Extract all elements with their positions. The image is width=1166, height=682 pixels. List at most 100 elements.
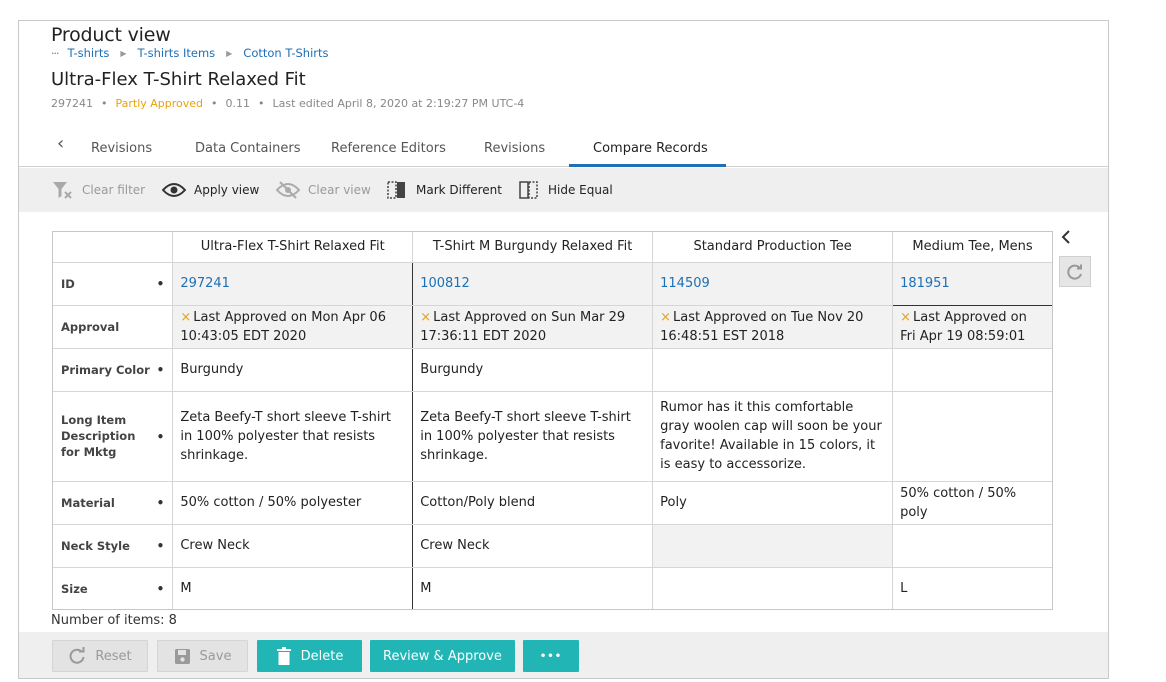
record-id-link[interactable]: 100812 (420, 276, 470, 291)
meta-separator: • (101, 97, 108, 110)
approval-text: Last Approved on Mon Apr 06 10:43:05 EDT… (180, 309, 386, 344)
footer-action-bar: Reset Save Delete Review & Approve ••• (19, 632, 1108, 678)
item-version: 0.11 (225, 97, 251, 110)
table-cell[interactable]: Rumor has it this comfortable gray woole… (652, 391, 893, 482)
table-cell[interactable] (652, 567, 893, 609)
product-view-panel: Product view ··· T-shirts ▶ T-shirts Ite… (18, 20, 1109, 679)
compare-grid: Ultra-Flex T-Shirt Relaxed Fit T-Shirt M… (52, 231, 1053, 610)
breadcrumb-separator-icon: ▶ (226, 48, 233, 58)
record-id-link[interactable]: 114509 (660, 276, 710, 291)
table-cell[interactable] (892, 391, 1052, 482)
breadcrumb-item-tshirts-items[interactable]: T-shirts Items (137, 46, 215, 60)
compare-toolbar: Clear filter Apply view Clear view Mark … (19, 168, 1108, 212)
refresh-icon (1067, 264, 1082, 280)
row-bullet: • (156, 276, 165, 291)
table-cell[interactable]: Burgundy (412, 348, 653, 392)
active-tab-indicator (569, 164, 726, 167)
table-cell[interactable]: M (412, 567, 653, 609)
tab-reference-editors[interactable]: Reference Editors (331, 141, 446, 156)
breadcrumb-item-tshirts[interactable]: T-shirts (68, 46, 110, 60)
save-button[interactable]: Save (157, 640, 248, 672)
row-label: ID • (53, 262, 173, 306)
reset-button[interactable]: Reset (52, 640, 148, 672)
last-edited: Last edited April 8, 2020 at 2:19:27 PM … (272, 97, 525, 110)
id-cell: 100812 (412, 262, 653, 306)
delete-label: Delete (300, 648, 344, 664)
table-cell[interactable]: Crew Neck (412, 524, 653, 568)
approval-cell: × Last Approved on Sun Mar 29 17:36:11 ED… (412, 304, 653, 349)
tab-revisions[interactable]: Revisions (91, 141, 152, 156)
table-cell[interactable]: Poly (652, 481, 893, 525)
table-row: Size • M M L (53, 567, 1052, 609)
hide-equal-label: Hide Equal (548, 183, 613, 197)
column-header[interactable]: Standard Production Tee (652, 232, 893, 263)
table-cell[interactable]: 50% cotton / 50% polyester (172, 481, 413, 525)
table-cell[interactable]: L (892, 567, 1052, 609)
row-label-text: Neck Style (61, 538, 130, 553)
trash-icon (276, 647, 291, 665)
not-approved-icon: × (180, 309, 192, 325)
column-header[interactable]: T-Shirt M Burgundy Relaxed Fit (412, 232, 653, 263)
breadcrumb-ellipsis-icon[interactable]: ··· (51, 47, 59, 60)
clear-view-button[interactable]: Clear view (276, 168, 371, 212)
table-cell[interactable]: Cotton/Poly blend (412, 481, 653, 525)
table-cell[interactable]: 50% cotton / 50% poly (892, 481, 1052, 525)
clear-view-label: Clear view (308, 183, 371, 197)
record-id-link[interactable]: 181951 (900, 276, 950, 291)
breadcrumb: ··· T-shirts ▶ T-shirts Items ▶ Cotton T… (51, 46, 329, 60)
row-label-text: Long Item Description for Mktg (61, 413, 136, 459)
id-cell: 181951 (892, 262, 1052, 306)
row-label: Long Item Description for Mktg • (53, 391, 173, 482)
table-cell[interactable] (652, 524, 893, 568)
row-label-text: Material (61, 495, 115, 510)
column-header[interactable]: Medium Tee, Mens (892, 232, 1052, 263)
table-cell[interactable]: Zeta Beefy-T short sleeve T-shirt in 100… (412, 391, 653, 482)
save-label: Save (199, 648, 232, 664)
eye-icon (162, 183, 186, 197)
tab-data-containers[interactable]: Data Containers (195, 141, 300, 156)
row-bullet: • (156, 362, 165, 377)
table-row: Neck Style • Crew Neck Crew Neck (53, 524, 1052, 568)
row-label-text: ID (61, 276, 75, 291)
tab-bar: ‹ Revisions Data Containers Reference Ed… (19, 125, 1108, 167)
table-cell[interactable] (892, 524, 1052, 568)
clear-filter-button[interactable]: Clear filter (52, 168, 145, 212)
refresh-button[interactable] (1059, 256, 1091, 287)
table-cell[interactable]: Zeta Beefy-T short sleeve T-shirt in 100… (172, 391, 413, 482)
tab-revisions-2[interactable]: Revisions (484, 141, 545, 156)
apply-view-button[interactable]: Apply view (162, 168, 259, 212)
table-row: Approval × Last Approved on Mon Apr 06 10… (53, 304, 1052, 349)
mark-different-label: Mark Different (416, 183, 502, 197)
table-cell[interactable]: M (172, 567, 413, 609)
hide-equal-icon (519, 181, 538, 199)
row-label: Primary Color • (53, 348, 173, 392)
status-badge: Partly Approved (115, 97, 204, 110)
row-label-text: Approval (61, 319, 120, 334)
row-bullet: • (156, 430, 165, 444)
breadcrumb-item-cotton-tshirts[interactable]: Cotton T-Shirts (243, 46, 328, 60)
collapse-panel-chevron-icon[interactable] (1061, 229, 1071, 248)
item-count: Number of items: 8 (51, 613, 177, 628)
hide-equal-button[interactable]: Hide Equal (518, 168, 613, 212)
tab-scroll-left-icon[interactable]: ‹ (57, 133, 64, 154)
delete-button[interactable]: Delete (257, 640, 362, 672)
reset-icon (69, 647, 85, 664)
column-header[interactable]: Ultra-Flex T-Shirt Relaxed Fit (172, 232, 413, 263)
table-row: Material • 50% cotton / 50% polyester Cot… (53, 481, 1052, 525)
tab-compare-records[interactable]: Compare Records (593, 141, 708, 156)
approval-cell: × Last Approved on Mon Apr 06 10:43:05 ED… (172, 304, 413, 349)
table-cell[interactable] (652, 348, 893, 392)
table-cell[interactable]: Crew Neck (172, 524, 413, 568)
review-approve-button[interactable]: Review & Approve (370, 640, 515, 672)
row-bullet: • (156, 581, 165, 596)
eye-slash-icon (276, 181, 300, 199)
mark-different-button[interactable]: Mark Different (386, 168, 502, 212)
table-cell[interactable] (892, 348, 1052, 392)
breadcrumb-separator-icon: ▶ (120, 48, 127, 58)
record-id-link[interactable]: 297241 (180, 276, 230, 291)
more-actions-button[interactable]: ••• (523, 640, 579, 672)
table-cell[interactable]: Burgundy (172, 348, 413, 392)
row-label-text: Size (61, 581, 88, 596)
approval-text: Last Approved on Sun Mar 29 17:36:11 EDT… (420, 309, 626, 344)
clear-filter-label: Clear filter (82, 183, 146, 197)
